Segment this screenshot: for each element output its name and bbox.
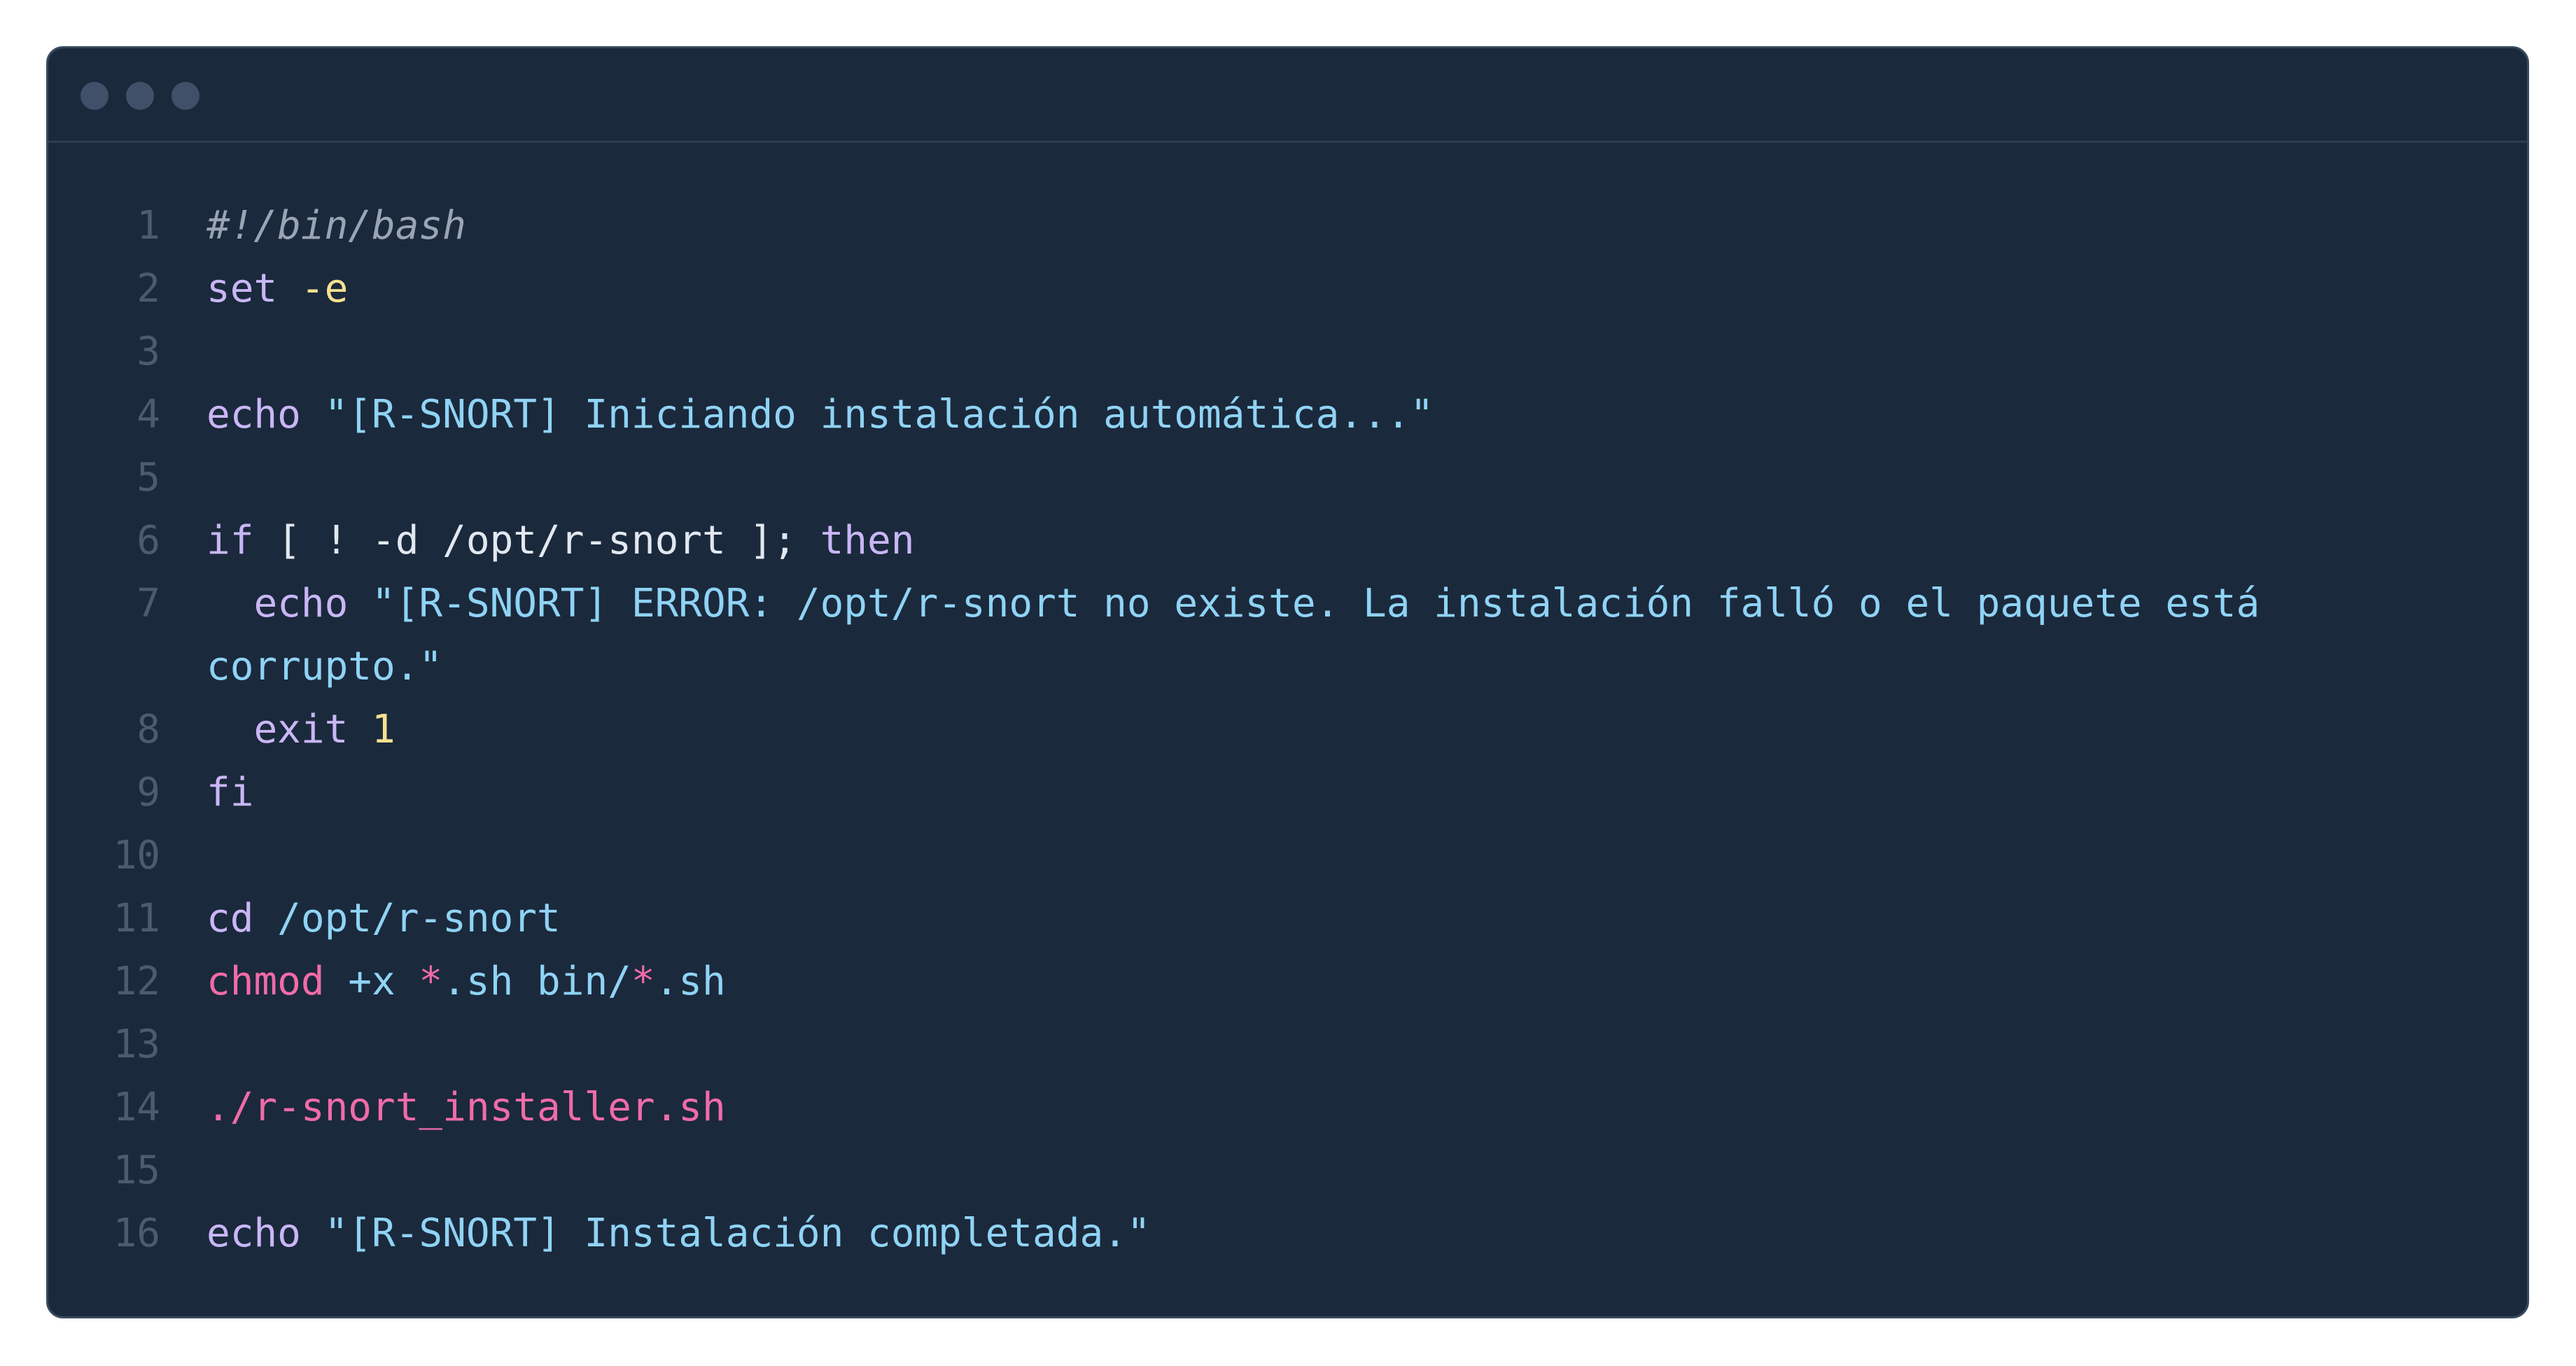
- code-line: 16 echo "[R-SNORT] Instalación completad…: [48, 1202, 2527, 1265]
- code-line: 15: [48, 1139, 2527, 1202]
- line-number: 16: [113, 1211, 160, 1256]
- line-number: 15: [113, 1148, 160, 1193]
- code-line: 11 cd /opt/r-snort: [48, 887, 2527, 950]
- glob-star: *: [631, 959, 655, 1004]
- line-number: 12: [113, 959, 160, 1004]
- if-condition: [ ! -d /opt/r-snort ];: [253, 518, 820, 563]
- code-line: 5: [48, 446, 2527, 509]
- chmod-args: .sh: [654, 959, 726, 1004]
- line-number: 13: [113, 1022, 160, 1067]
- line-number: 1: [136, 203, 160, 248]
- fi-keyword: fi: [206, 770, 254, 815]
- code-line: 4 echo "[R-SNORT] Iniciando instalación …: [48, 383, 2527, 446]
- line-number: 14: [113, 1085, 160, 1130]
- chmod-args: .sh bin/: [442, 959, 631, 1004]
- echo-keyword: echo: [206, 392, 301, 437]
- line-number: 9: [136, 770, 160, 815]
- line-number: 4: [136, 392, 160, 437]
- line-number: 11: [113, 896, 160, 941]
- installer-command: ./r-snort_installer.sh: [206, 1085, 726, 1130]
- code-line: 9 fi: [48, 761, 2527, 824]
- minimize-dot-icon[interactable]: [126, 82, 154, 110]
- shebang-comment: #!/bin/bash: [206, 203, 466, 248]
- exit-keyword: exit: [206, 707, 349, 752]
- line-number: 6: [136, 518, 160, 563]
- cd-keyword: cd: [206, 896, 254, 941]
- line-number: 7: [136, 581, 160, 626]
- code-line: 1 #!/bin/bash: [48, 195, 2527, 258]
- code-line: 8 exit 1: [48, 698, 2527, 761]
- line-number: 3: [136, 329, 160, 374]
- glob-star: *: [419, 959, 443, 1004]
- code-line: 2 set -e: [48, 258, 2527, 321]
- code-line: 7 echo "[R-SNORT] ERROR: /opt/r-snort no…: [48, 572, 2527, 698]
- code-line: 14 ./r-snort_installer.sh: [48, 1076, 2527, 1139]
- line-number: 8: [136, 707, 160, 752]
- set-keyword: set: [206, 266, 278, 311]
- exit-code: 1: [348, 707, 396, 752]
- echo-keyword: echo: [206, 1211, 301, 1256]
- if-keyword: if: [206, 518, 254, 563]
- code-line: 10: [48, 824, 2527, 887]
- line-number: 2: [136, 266, 160, 311]
- set-flag: -e: [277, 266, 349, 311]
- cd-path: /opt/r-snort: [253, 896, 561, 941]
- line-number: 10: [113, 833, 160, 878]
- code-window: 1 #!/bin/bash 2 set -e 3 4 echo "[R-SNOR…: [46, 46, 2529, 1318]
- code-line: 13: [48, 1013, 2527, 1076]
- code-line: 12 chmod +x *.sh bin/*.sh: [48, 950, 2527, 1013]
- close-dot-icon[interactable]: [80, 82, 108, 110]
- echo-string: "[R-SNORT] ERROR: /opt/r-snort no existe…: [206, 581, 2283, 689]
- line-number: 5: [136, 455, 160, 500]
- chmod-command: chmod: [206, 959, 325, 1004]
- chmod-args: +x: [324, 959, 419, 1004]
- code-line: 6 if [ ! -d /opt/r-snort ]; then: [48, 509, 2527, 572]
- code-line: 3: [48, 321, 2527, 383]
- then-keyword: then: [820, 518, 915, 563]
- echo-string: "[R-SNORT] Iniciando instalación automát…: [300, 392, 1434, 437]
- echo-keyword: echo: [206, 581, 349, 626]
- window-titlebar: [48, 48, 2527, 143]
- echo-string: "[R-SNORT] Instalación completada.": [300, 1211, 1151, 1256]
- code-block[interactable]: 1 #!/bin/bash 2 set -e 3 4 echo "[R-SNOR…: [48, 143, 2527, 1265]
- maximize-dot-icon[interactable]: [172, 82, 200, 110]
